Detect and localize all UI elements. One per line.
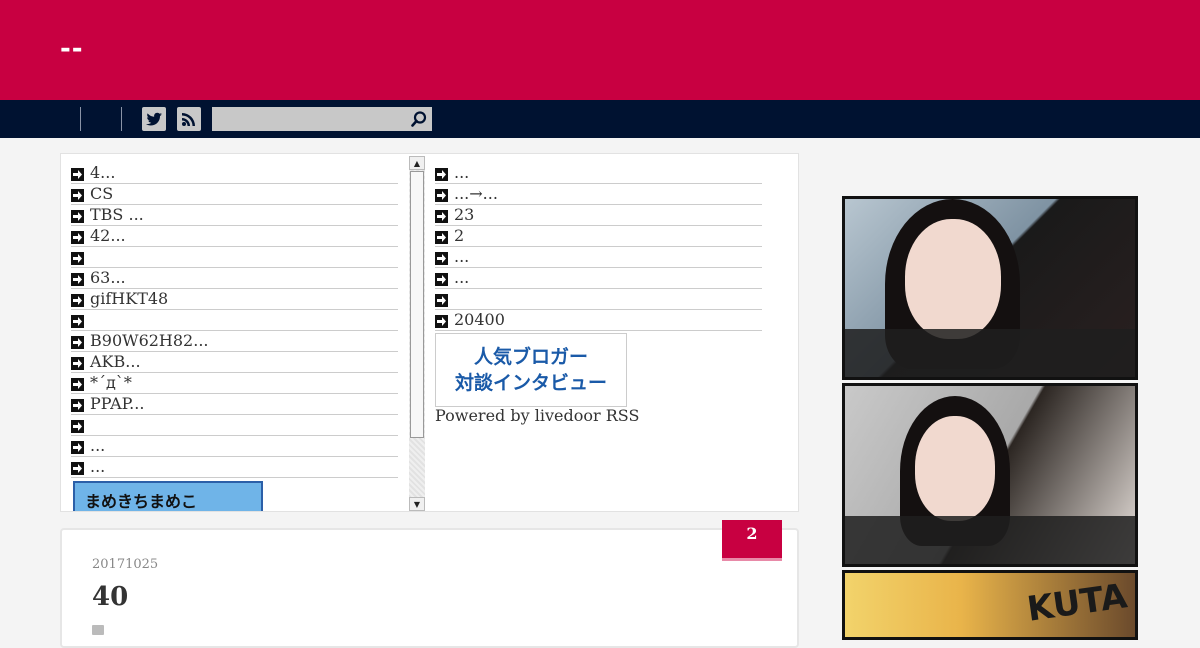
list-item-label: PPAP... <box>90 394 145 413</box>
arrow-right-icon <box>71 378 84 391</box>
arrow-right-icon <box>71 273 84 286</box>
arrow-right-icon <box>71 399 84 412</box>
list-item[interactable]: 42... <box>71 226 398 247</box>
arrow-right-icon <box>71 168 84 181</box>
list-item-label: ... <box>90 436 106 455</box>
list-item[interactable]: TBS ... <box>71 205 398 226</box>
arrow-right-icon <box>71 357 84 370</box>
list-item[interactable]: CS <box>71 184 398 205</box>
scroll-down-arrow-icon[interactable]: ▼ <box>409 497 425 511</box>
list-item-label: ...→... <box>454 184 498 203</box>
arrow-right-icon <box>435 210 448 223</box>
article-title[interactable]: 40 <box>92 582 128 612</box>
list-item[interactable]: ... <box>435 163 762 184</box>
list-item-label: TBS ... <box>90 205 144 224</box>
scroll-up-arrow-icon[interactable]: ▲ <box>409 156 425 170</box>
image-caption-overlay <box>845 329 1135 377</box>
arrow-right-icon <box>435 168 448 181</box>
list-item[interactable]: 2 <box>435 226 762 247</box>
list-item[interactable]: AKB... <box>71 352 398 373</box>
arrow-right-icon <box>435 252 448 265</box>
list-item-label: ... <box>454 247 470 266</box>
list-item-label: AKB... <box>90 352 141 371</box>
photo-face <box>915 416 995 521</box>
list-item[interactable] <box>71 415 398 436</box>
folder-icon <box>92 625 104 635</box>
site-header: -- <box>0 0 1200 100</box>
list-item-label: 63... <box>90 268 126 287</box>
scrollbar[interactable]: ▲ ▼ <box>409 156 425 511</box>
arrow-right-icon <box>435 231 448 244</box>
left-feed-list: 4... CS TBS ... 42... 63... gifHKT48 B90W62H82… <box>61 154 469 511</box>
rss-icon[interactable] <box>177 107 201 131</box>
arrow-right-icon <box>71 210 84 223</box>
list-item-label: gifHKT48 <box>90 289 169 308</box>
comment-count-badge[interactable]: 2 <box>722 520 782 561</box>
arrow-right-icon <box>71 294 84 307</box>
list-item[interactable] <box>435 289 762 310</box>
list-item-label: CS <box>90 184 114 203</box>
search-icon[interactable] <box>406 107 432 131</box>
photo-face <box>905 219 1001 339</box>
list-item[interactable] <box>71 247 398 268</box>
arrow-right-icon <box>435 189 448 202</box>
banner-line-2: 対談インタビュー <box>454 372 607 394</box>
arrow-right-icon <box>435 315 448 328</box>
image-text: KUTA <box>1024 576 1130 630</box>
scroll-thumb[interactable] <box>410 171 424 438</box>
article-card <box>60 528 799 648</box>
nav-separator <box>80 107 81 131</box>
list-item[interactable]: ... <box>71 436 398 457</box>
article-date: 20171025 <box>92 557 159 572</box>
list-item[interactable]: ... <box>435 268 762 289</box>
list-item[interactable]: ... <box>435 247 762 268</box>
list-item[interactable]: 4... <box>71 163 398 184</box>
twitter-icon[interactable] <box>142 107 166 131</box>
sidebar-image-1[interactable] <box>842 196 1138 380</box>
list-item[interactable]: B90W62H82... <box>71 331 398 352</box>
sidebar-image-2[interactable] <box>842 383 1138 567</box>
arrow-right-icon <box>71 231 84 244</box>
list-item-label: 42... <box>90 226 126 245</box>
mamekichi-banner[interactable]: まめきちまめこ <box>73 481 263 511</box>
list-item[interactable]: 63... <box>71 268 398 289</box>
list-item[interactable]: ... <box>71 457 398 478</box>
arrow-right-icon <box>71 336 84 349</box>
arrow-right-icon <box>71 252 84 265</box>
right-feed-list: ... ...→... 23 2...... 20400 人気ブロガー 対談インタビュー… <box>435 154 775 511</box>
list-item-label: 23 <box>454 205 475 224</box>
banner-line-1: 人気ブロガー <box>473 346 588 368</box>
list-item[interactable]: 20400 <box>435 310 762 331</box>
list-item-label: ... <box>454 268 470 287</box>
nav-separator <box>121 107 122 131</box>
arrow-right-icon <box>71 420 84 433</box>
list-item-label: 4... <box>90 163 116 182</box>
list-item[interactable]: *´д`* <box>71 373 398 394</box>
list-item[interactable] <box>71 310 398 331</box>
arrow-right-icon <box>71 462 84 475</box>
banner-text: まめきちまめこ <box>85 492 198 511</box>
list-item[interactable]: ...→... <box>435 184 762 205</box>
list-item[interactable]: gifHKT48 <box>71 289 398 310</box>
list-item-label: B90W62H82... <box>90 331 209 350</box>
rss-widget-panel: 4... CS TBS ... 42... 63... gifHKT48 B90W62H82… <box>60 153 799 512</box>
arrow-right-icon <box>435 273 448 286</box>
popular-blogger-banner[interactable]: 人気ブロガー 対談インタビュー <box>435 333 627 407</box>
arrow-right-icon <box>71 441 84 454</box>
arrow-right-icon <box>71 315 84 328</box>
list-item-label: *´д`* <box>90 373 132 392</box>
powered-by-text[interactable]: Powered by livedoor RSS <box>435 406 639 425</box>
list-item-label: 20400 <box>454 310 505 329</box>
arrow-right-icon <box>71 189 84 202</box>
list-item-label: ... <box>90 457 106 476</box>
nav-bar <box>0 100 1200 138</box>
search-input[interactable] <box>212 107 432 131</box>
list-item[interactable]: PPAP... <box>71 394 398 415</box>
list-item-label: ... <box>454 163 470 182</box>
list-item-label: 2 <box>454 226 465 245</box>
arrow-right-icon <box>435 294 448 307</box>
site-title[interactable]: -- <box>60 34 84 64</box>
list-item[interactable]: 23 <box>435 205 762 226</box>
image-caption-overlay <box>845 516 1135 564</box>
